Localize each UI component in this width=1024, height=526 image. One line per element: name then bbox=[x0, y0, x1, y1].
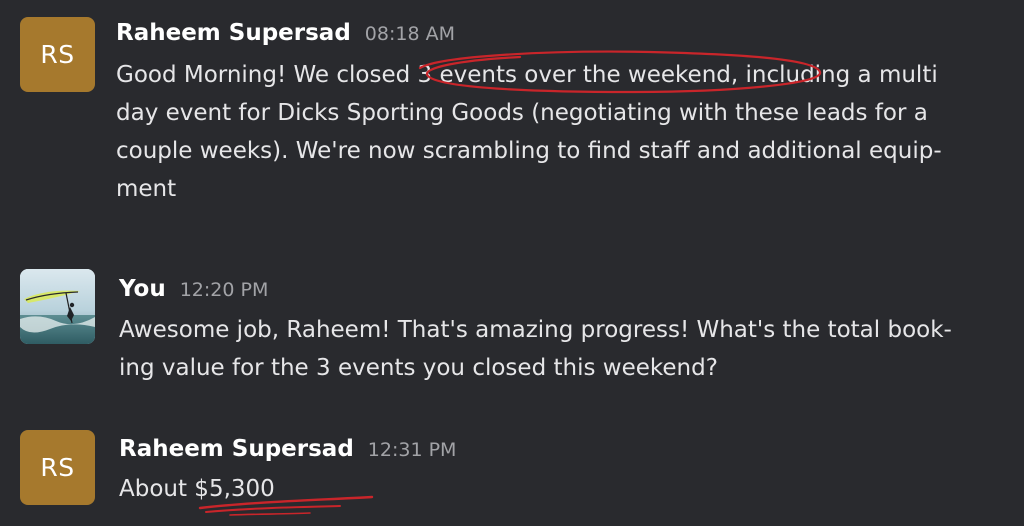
message-line: About $5,300 bbox=[119, 476, 275, 502]
sender-name[interactable]: You bbox=[119, 276, 166, 302]
avatar-initials: RS bbox=[40, 40, 75, 69]
timestamp: 12:31 PM bbox=[367, 439, 457, 461]
timestamp: 12:20 PM bbox=[179, 279, 269, 301]
message-line: couple weeks). We're now scrambling to f… bbox=[116, 138, 942, 164]
avatar[interactable]: RS bbox=[20, 17, 95, 92]
avatar[interactable]: RS bbox=[20, 430, 95, 505]
message-line: Good Morning! We closed 3 events over th… bbox=[116, 62, 938, 88]
message-line: ment bbox=[116, 176, 177, 202]
message-header: You 12:20 PM bbox=[119, 276, 268, 302]
message-line: day event for Dicks Sporting Goods (nego… bbox=[116, 100, 928, 126]
avatar[interactable] bbox=[20, 269, 95, 344]
avatar-initials: RS bbox=[40, 453, 75, 482]
message-header: Raheem Supersad 12:31 PM bbox=[119, 436, 456, 462]
sender-name[interactable]: Raheem Supersad bbox=[116, 20, 351, 46]
sender-name[interactable]: Raheem Supersad bbox=[119, 436, 354, 462]
windsurfer-photo-avatar-icon bbox=[20, 269, 95, 344]
chat-thread: RS Raheem Supersad 08:18 AM Good Morning!… bbox=[0, 0, 1024, 526]
message-line: Awesome job, Raheem! That's amazing prog… bbox=[119, 317, 952, 343]
timestamp: 08:18 AM bbox=[364, 23, 455, 45]
message-header: Raheem Supersad 08:18 AM bbox=[116, 20, 455, 46]
message-text: Awesome job, Raheem! That's amazing prog… bbox=[119, 311, 952, 387]
message-line: ing value for the 3 events you closed th… bbox=[119, 355, 718, 381]
message-text: About $5,300 bbox=[119, 470, 275, 508]
message-text: Good Morning! We closed 3 events over th… bbox=[116, 56, 942, 208]
